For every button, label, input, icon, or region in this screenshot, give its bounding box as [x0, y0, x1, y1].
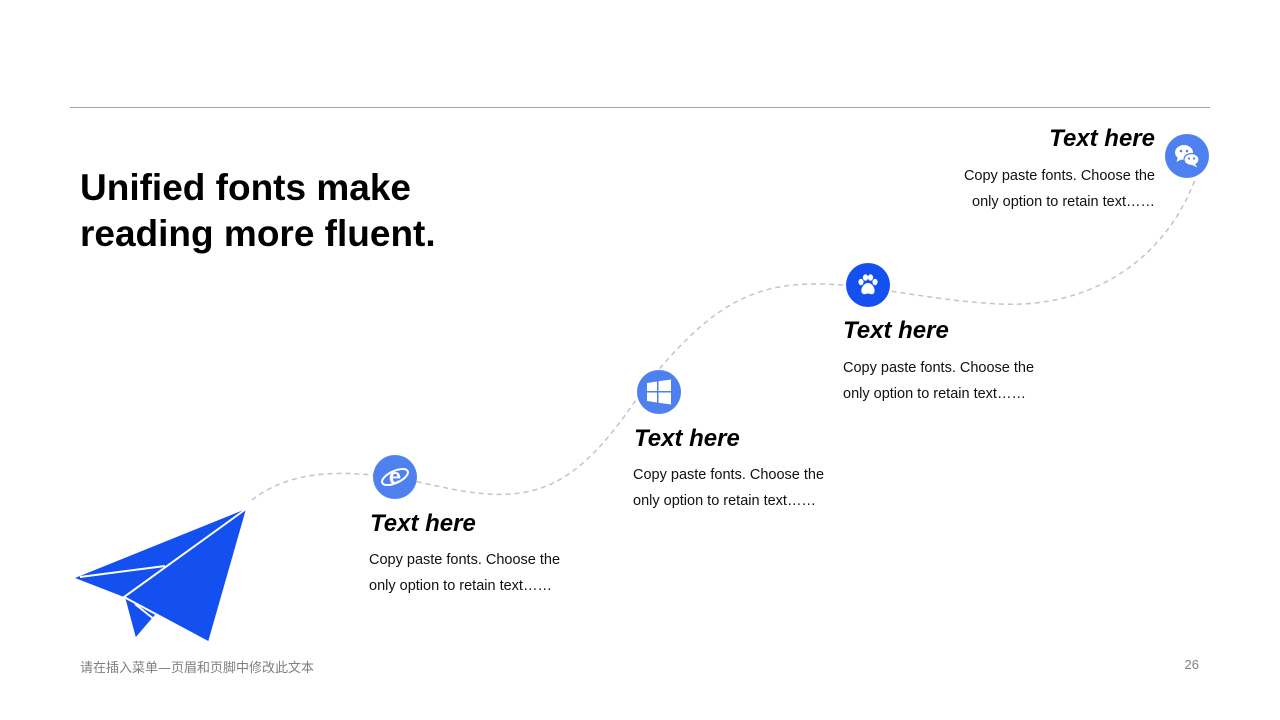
step-1-body-line-1: Copy paste fonts. Choose the	[369, 552, 561, 568]
step-1-body-line-2: only option to retain text……	[369, 578, 552, 594]
step-3-body-line-1: Copy paste fonts. Choose the	[843, 360, 1035, 376]
step-2-body: Copy paste fonts. Choose the only option…	[633, 462, 843, 514]
page-number: 26	[1184, 657, 1199, 672]
step-1-body: Copy paste fonts. Choose the only option…	[369, 547, 579, 599]
paper-plane-icon	[75, 508, 247, 643]
step-3-body: Copy paste fonts. Choose the only option…	[843, 355, 1053, 407]
step-4-body-line-2: only option to retain text……	[972, 194, 1155, 210]
step-3-body-line-2: only option to retain text……	[843, 386, 1026, 402]
step-3-heading: Text here	[843, 317, 949, 344]
step-4-body: Copy paste fonts. Choose the only option…	[945, 163, 1155, 215]
step-1-heading: Text here	[370, 510, 476, 537]
footer-note: 请在插入菜单—页眉和页脚中修改此文本	[80, 661, 315, 676]
windows-icon	[637, 370, 681, 414]
svg-text:e: e	[389, 464, 401, 489]
step-4-heading: Text here	[1049, 125, 1155, 152]
step-2-body-line-1: Copy paste fonts. Choose the	[633, 467, 825, 483]
step-4-body-line-1: Copy paste fonts. Choose the	[963, 168, 1155, 184]
step-2-heading: Text here	[634, 425, 740, 452]
internet-explorer-icon: e	[373, 455, 417, 499]
paw-icon	[846, 263, 890, 307]
step-2-body-line-2: only option to retain text……	[633, 493, 816, 509]
wechat-icon	[1165, 134, 1209, 178]
